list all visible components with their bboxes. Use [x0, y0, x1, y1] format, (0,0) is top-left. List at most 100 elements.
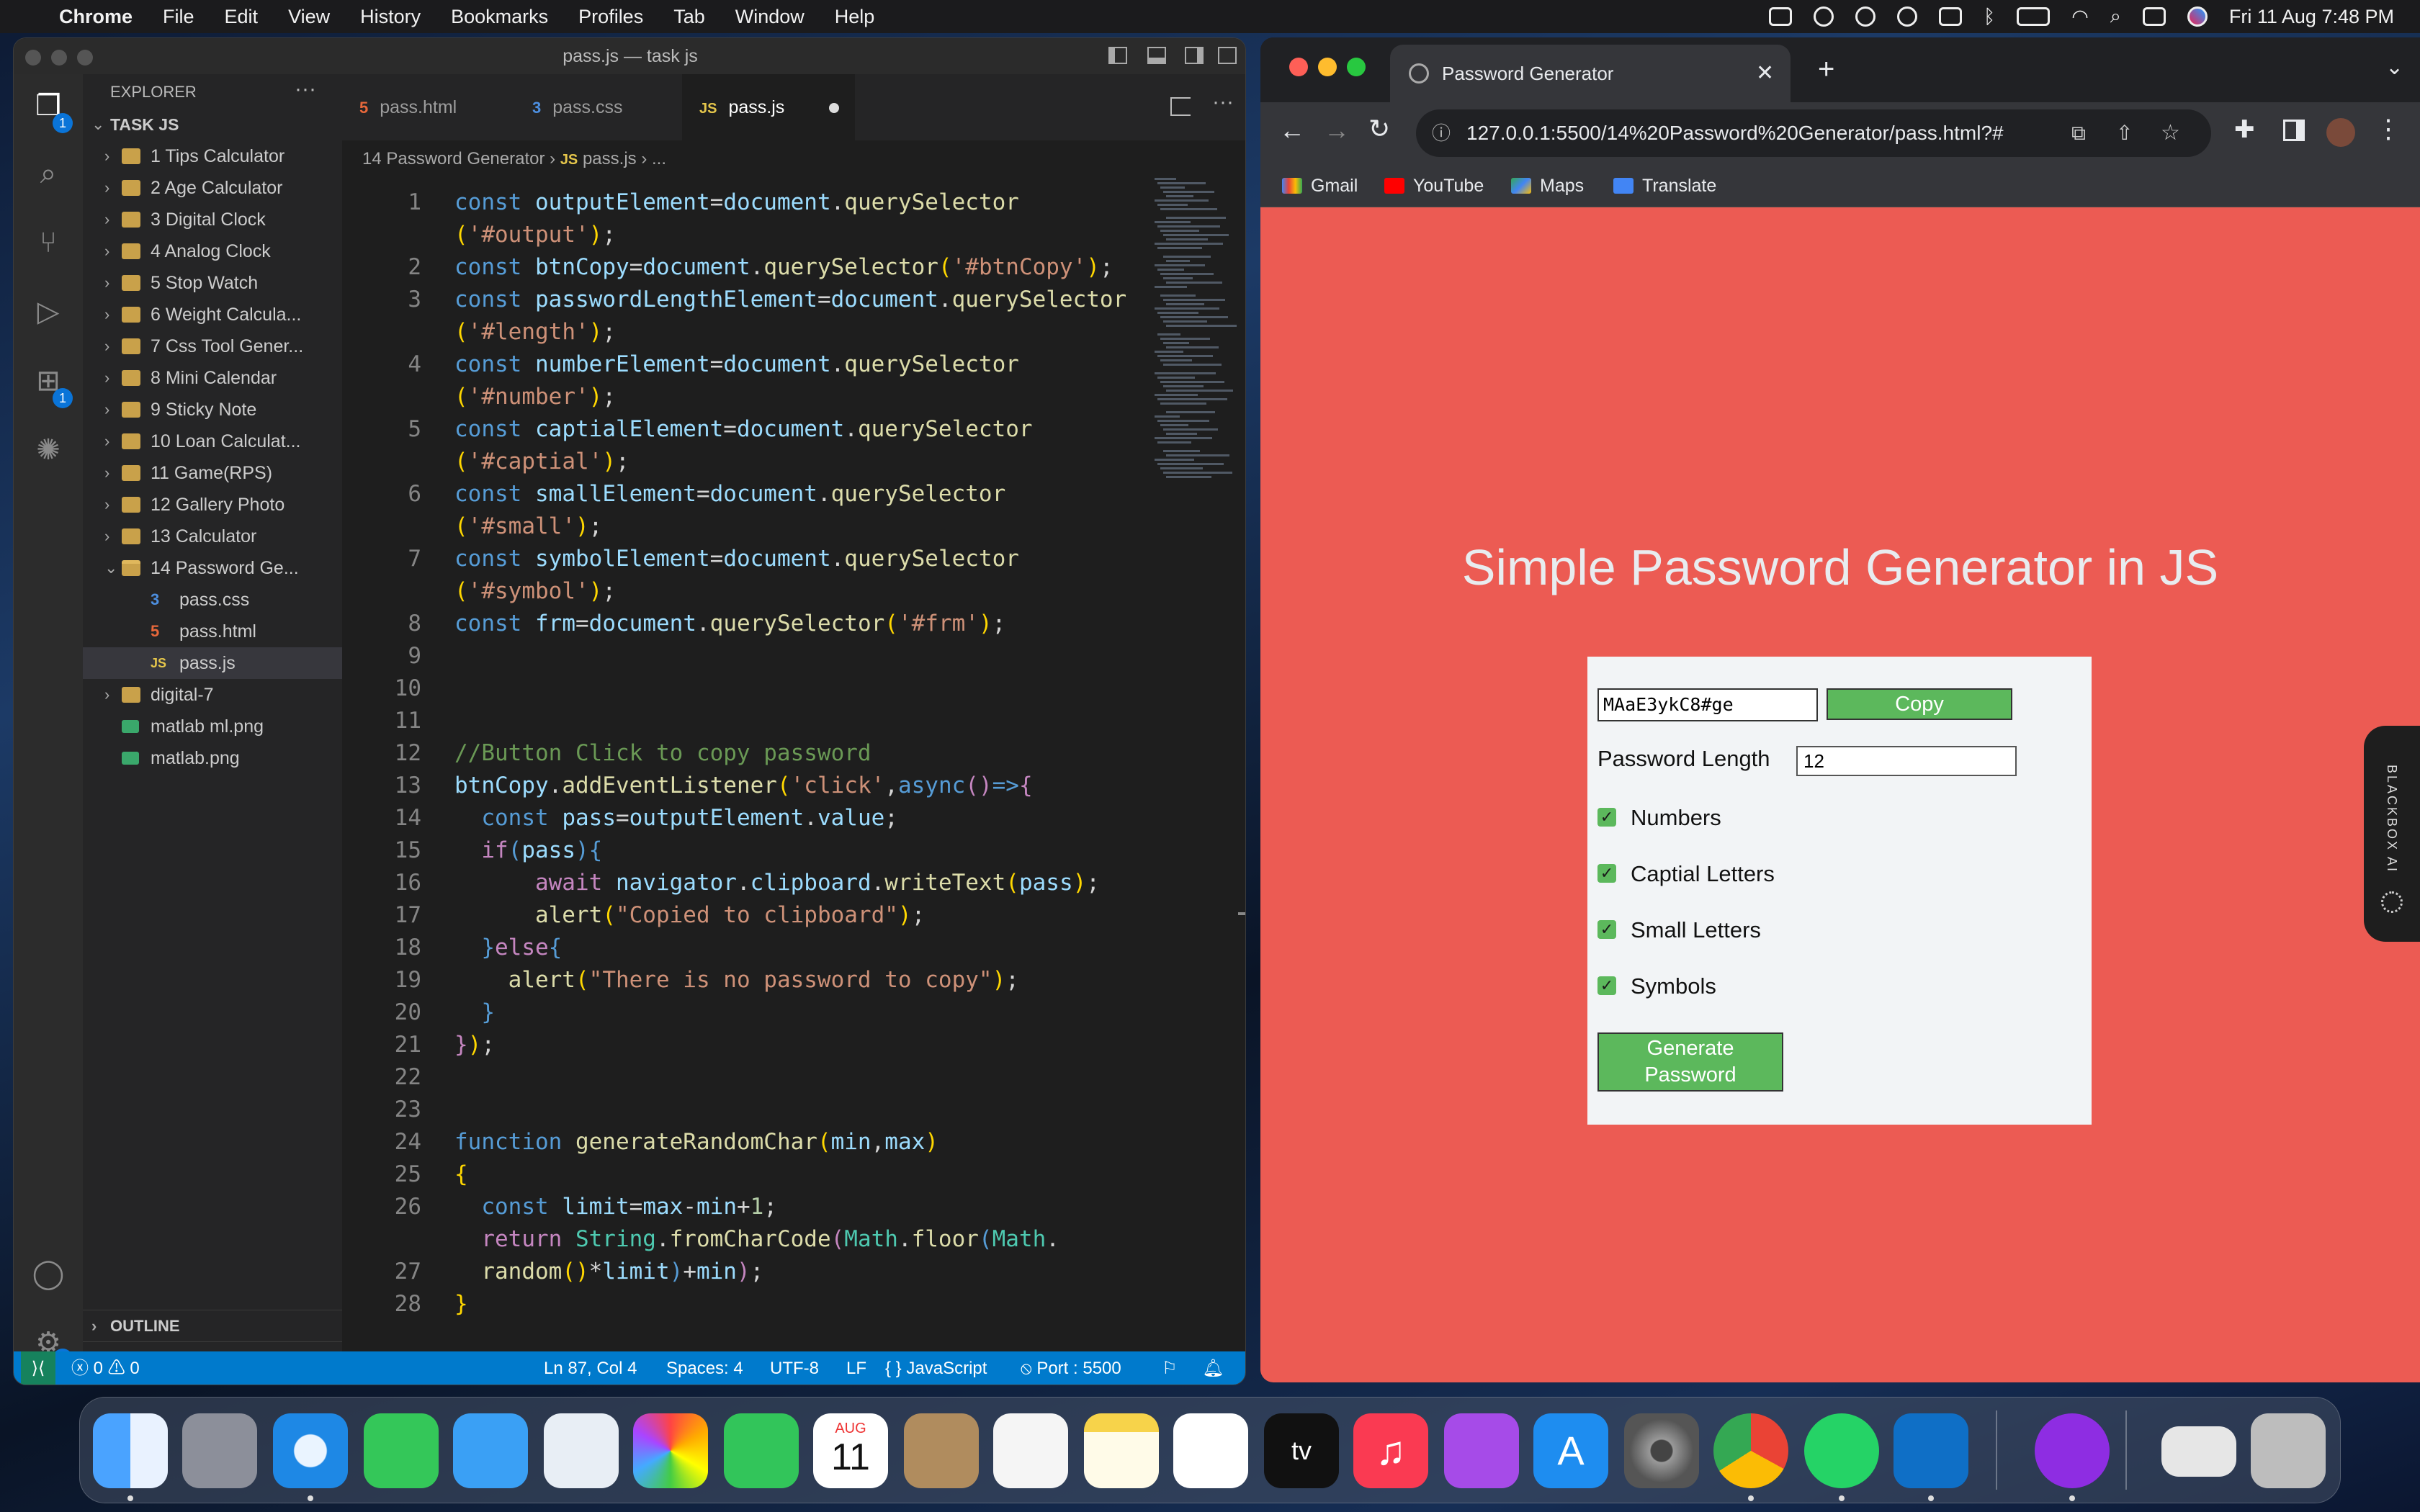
music-icon[interactable]: ♫ — [1353, 1413, 1428, 1488]
contacts-icon[interactable] — [904, 1413, 979, 1488]
tree-item[interactable]: › 11 Game(RPS) — [83, 457, 342, 489]
language-mode[interactable]: { } JavaScript — [885, 1351, 987, 1385]
chatgpt-icon[interactable]: ✺ — [31, 433, 66, 467]
minimize-window-button[interactable] — [51, 50, 67, 66]
keyboard-icon[interactable] — [1938, 7, 1962, 26]
tree-item[interactable]: ⌄ 14 Password Ge... — [83, 552, 342, 584]
tab-search-icon[interactable]: ⌄ — [2385, 55, 2403, 80]
siri-icon[interactable] — [2187, 6, 2208, 27]
menu-clock[interactable]: Fri 11 Aug 7:48 PM — [2229, 6, 2394, 28]
menu-tab[interactable]: Tab — [673, 6, 705, 28]
share-icon[interactable]: ⇧ — [2116, 109, 2133, 157]
notifications-bell-icon[interactable]: 🔔︎ — [1202, 1351, 1224, 1385]
vscode-icon[interactable] — [1894, 1413, 1968, 1488]
tree-item[interactable]: 5 pass.html — [83, 616, 342, 647]
freeform-icon[interactable] — [1173, 1413, 1248, 1488]
bluetooth-icon[interactable]: ᛒ — [1984, 6, 1995, 28]
source-control-icon[interactable]: ⑂ — [31, 225, 66, 260]
breadcrumb-file[interactable]: pass.js — [583, 149, 637, 168]
tab-pass-js[interactable]: JS pass.js — [682, 74, 855, 140]
safari-icon[interactable] — [273, 1413, 348, 1488]
chrome-menu-icon[interactable]: ⋮ — [2375, 114, 2401, 144]
whatsapp-icon[interactable] — [1804, 1413, 1879, 1488]
tab-pass-html[interactable]: 5 pass.html — [342, 74, 515, 140]
accounts-icon[interactable]: ◯ — [31, 1256, 66, 1291]
battery-icon[interactable] — [2017, 7, 2051, 26]
split-editor-icon[interactable] — [1170, 97, 1191, 116]
run-debug-icon[interactable]: ▷ — [31, 294, 66, 329]
encoding-status[interactable]: UTF-8 — [770, 1351, 819, 1385]
tab-password-generator[interactable]: Password Generator ✕ — [1390, 45, 1791, 102]
indentation-status[interactable]: Spaces: 4 — [666, 1351, 743, 1385]
address-bar[interactable]: ⓘ 127.0.0.1:5500/14%20Password%20Generat… — [1416, 109, 2211, 157]
menu-edit[interactable]: Edit — [225, 6, 259, 28]
workspace-root[interactable]: ⌄ TASK JS — [83, 109, 342, 140]
small-letters-checkbox[interactable]: ✓ — [1597, 920, 1616, 939]
bookmark-gmail[interactable]: Gmail — [1282, 164, 1358, 207]
bookmark-youtube[interactable]: YouTube — [1384, 164, 1484, 207]
explorer-more-button[interactable]: ··· — [295, 77, 316, 102]
tree-item[interactable]: matlab.png — [83, 742, 342, 774]
feedback-icon[interactable]: ⚐ — [1162, 1351, 1178, 1385]
toggle-panel-icon[interactable] — [1147, 47, 1166, 64]
chrome-icon[interactable] — [1713, 1413, 1788, 1488]
apple-tv-icon[interactable]: tv — [1264, 1413, 1339, 1488]
trash-icon[interactable] — [2251, 1413, 2326, 1488]
tree-item[interactable]: › 8 Mini Calendar — [83, 362, 342, 394]
bookmark-maps[interactable]: Maps — [1511, 164, 1584, 207]
toggle-secondary-sidebar-icon[interactable] — [1185, 47, 1204, 64]
reload-icon[interactable]: ↻ — [1368, 114, 1390, 144]
tree-item[interactable]: › 5 Stop Watch — [83, 267, 342, 299]
podcasts-icon[interactable] — [1444, 1413, 1519, 1488]
photos-icon[interactable] — [633, 1413, 708, 1488]
capital-letters-checkbox[interactable]: ✓ — [1597, 864, 1616, 883]
zoom-window-button[interactable] — [77, 50, 93, 66]
app-store-icon[interactable]: A — [1533, 1413, 1608, 1488]
launchpad-icon[interactable] — [182, 1413, 257, 1488]
finder-icon[interactable] — [93, 1413, 168, 1488]
creative-cloud-icon[interactable] — [1813, 6, 1834, 27]
tree-item[interactable]: › 13 Calculator — [83, 521, 342, 552]
remote-icon[interactable]: ⟩⟨ — [21, 1351, 55, 1385]
control-center-icon[interactable] — [2142, 7, 2166, 26]
tree-item[interactable]: › 9 Sticky Note — [83, 394, 342, 426]
bookmark-star-icon[interactable]: ☆ — [2161, 109, 2180, 157]
wps-office-icon[interactable] — [2035, 1413, 2110, 1488]
unsaved-dot-icon[interactable] — [829, 103, 839, 113]
customize-layout-icon[interactable] — [1218, 47, 1237, 64]
password-output-field[interactable]: MAaE3ykC8#ge — [1597, 688, 1818, 721]
user-status-icon[interactable] — [1896, 6, 1917, 27]
menu-app-name[interactable]: Chrome — [59, 6, 133, 28]
live-server-port[interactable]: ⦸ Port : 5500 — [1021, 1351, 1121, 1385]
site-info-icon[interactable]: ⓘ — [1432, 109, 1451, 157]
menu-window[interactable]: Window — [735, 6, 805, 28]
profile-avatar[interactable] — [2326, 118, 2355, 147]
menu-file[interactable]: File — [163, 6, 194, 28]
problems-status[interactable]: ⓧ 0 ⚠ 0 — [71, 1351, 140, 1385]
breadcrumb-folder[interactable]: 14 Password Generator — [362, 149, 544, 168]
tree-item[interactable]: matlab ml.png — [83, 711, 342, 742]
notes-icon[interactable] — [1084, 1413, 1159, 1488]
tab-pass-css[interactable]: 3 pass.css — [515, 74, 682, 140]
tree-item[interactable]: 3 pass.css — [83, 584, 342, 616]
mail-icon[interactable] — [453, 1413, 528, 1488]
tree-item[interactable]: › digital-7 — [83, 679, 342, 711]
toggle-sidebar-icon[interactable] — [1108, 47, 1127, 64]
wifi-icon[interactable]: ◠ — [2071, 6, 2089, 28]
close-window-button[interactable] — [1289, 58, 1308, 76]
close-tab-icon[interactable]: ✕ — [1756, 45, 1774, 102]
outline-section[interactable]: › OUTLINE — [83, 1310, 342, 1341]
tree-item[interactable]: › 12 Gallery Photo — [83, 489, 342, 521]
editor-more-icon[interactable]: ··· — [1212, 90, 1234, 114]
new-tab-icon[interactable]: + — [1818, 53, 1834, 86]
messages-icon[interactable] — [364, 1413, 439, 1488]
scrollbar-thumb[interactable] — [1238, 912, 1245, 915]
bookmark-translate[interactable]: Translate — [1613, 164, 1716, 207]
copy-button[interactable]: Copy — [1827, 688, 2012, 720]
forward-icon[interactable]: → — [1324, 115, 1350, 145]
close-window-button[interactable] — [25, 50, 41, 66]
numbers-checkbox[interactable]: ✓ — [1597, 808, 1616, 827]
back-icon[interactable]: ← — [1279, 115, 1305, 145]
minimap[interactable] — [1155, 178, 1241, 480]
zoom-window-button[interactable] — [1347, 58, 1366, 76]
